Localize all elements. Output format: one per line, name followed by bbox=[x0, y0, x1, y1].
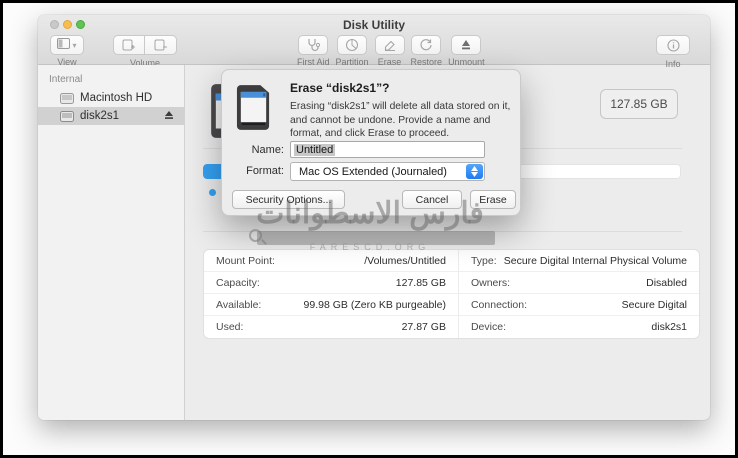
name-label: Name: bbox=[224, 144, 284, 156]
sidebar: Internal Macintosh HD disk2s1 bbox=[38, 65, 185, 420]
cancel-button[interactable]: Cancel bbox=[402, 190, 462, 209]
table-row: Used: 27.87 GB bbox=[204, 316, 458, 338]
security-options-button[interactable]: Security Options... bbox=[232, 190, 345, 209]
add-volume-button[interactable] bbox=[113, 35, 145, 55]
unmount-icon bbox=[459, 38, 473, 52]
erase-icon bbox=[383, 38, 397, 52]
restore-button[interactable]: Restore bbox=[411, 35, 443, 67]
unmount-button[interactable]: Unmount bbox=[448, 35, 485, 67]
chevron-down-icon: ▾ bbox=[72, 41, 76, 50]
table-row: Type: Secure Digital Internal Physical V… bbox=[459, 250, 699, 272]
divider-bottom bbox=[203, 231, 682, 232]
stepper-icon bbox=[466, 164, 483, 179]
eject-icon[interactable] bbox=[164, 110, 174, 123]
format-label: Format: bbox=[224, 165, 284, 177]
partition-icon bbox=[345, 38, 359, 52]
table-row: Available: 99.98 GB (Zero KB purgeable) bbox=[204, 294, 458, 316]
restore-icon bbox=[419, 38, 433, 52]
info-button[interactable] bbox=[656, 35, 690, 55]
info-icon bbox=[667, 39, 680, 52]
info-label: Info bbox=[656, 59, 690, 69]
volume-details-table: Mount Point: /Volumes/Untitled Capacity:… bbox=[203, 249, 700, 339]
disk-icon bbox=[60, 111, 74, 122]
erase-dialog: Erase “disk2s1”? Erasing “disk2s1” will … bbox=[221, 69, 521, 216]
table-row: Capacity: 127.85 GB bbox=[204, 272, 458, 294]
format-select-value: Mac OS Extended (Journaled) bbox=[299, 166, 447, 178]
erase-button-toolbar[interactable]: Erase bbox=[375, 35, 405, 67]
remove-volume-icon bbox=[154, 39, 168, 51]
disk-icon bbox=[60, 93, 74, 104]
sidebar-item-disk2s1[interactable]: disk2s1 bbox=[38, 107, 184, 125]
window-title: Disk Utility bbox=[38, 18, 710, 32]
table-row: Connection: Secure Digital bbox=[459, 294, 699, 316]
legend-used-dot bbox=[209, 189, 216, 196]
table-row: Device: disk2s1 bbox=[459, 316, 699, 338]
sidebar-view-icon bbox=[57, 36, 70, 54]
partition-button[interactable]: Partition bbox=[336, 35, 369, 67]
screenshot-frame: Disk Utility ▾ View bbox=[0, 0, 738, 458]
table-row: Owners: Disabled bbox=[459, 272, 699, 294]
details-left-column: Mount Point: /Volumes/Untitled Capacity:… bbox=[204, 250, 459, 338]
remove-volume-button[interactable] bbox=[145, 35, 177, 55]
sidebar-item-macintosh-hd[interactable]: Macintosh HD bbox=[38, 89, 184, 107]
name-input[interactable]: Untitled bbox=[290, 141, 485, 158]
sidebar-section-internal: Internal bbox=[38, 65, 184, 89]
erase-button[interactable]: Erase bbox=[470, 190, 516, 209]
sd-card-icon bbox=[235, 83, 272, 137]
first-aid-icon bbox=[306, 38, 320, 52]
details-right-column: Type: Secure Digital Internal Physical V… bbox=[459, 250, 699, 338]
name-input-value: Untitled bbox=[294, 144, 335, 156]
add-volume-icon bbox=[122, 39, 136, 51]
table-row: Mount Point: /Volumes/Untitled bbox=[204, 250, 458, 272]
dialog-title: Erase “disk2s1”? bbox=[290, 81, 389, 95]
window-chrome: Disk Utility ▾ View bbox=[38, 15, 710, 65]
view-button[interactable]: ▾ bbox=[50, 35, 84, 55]
dialog-body-text: Erasing “disk2s1” will delete all data s… bbox=[290, 100, 512, 141]
format-select[interactable]: Mac OS Extended (Journaled) bbox=[290, 162, 485, 181]
disk-size-badge: 127.85 GB bbox=[600, 89, 678, 119]
first-aid-button[interactable]: First Aid bbox=[297, 35, 330, 67]
